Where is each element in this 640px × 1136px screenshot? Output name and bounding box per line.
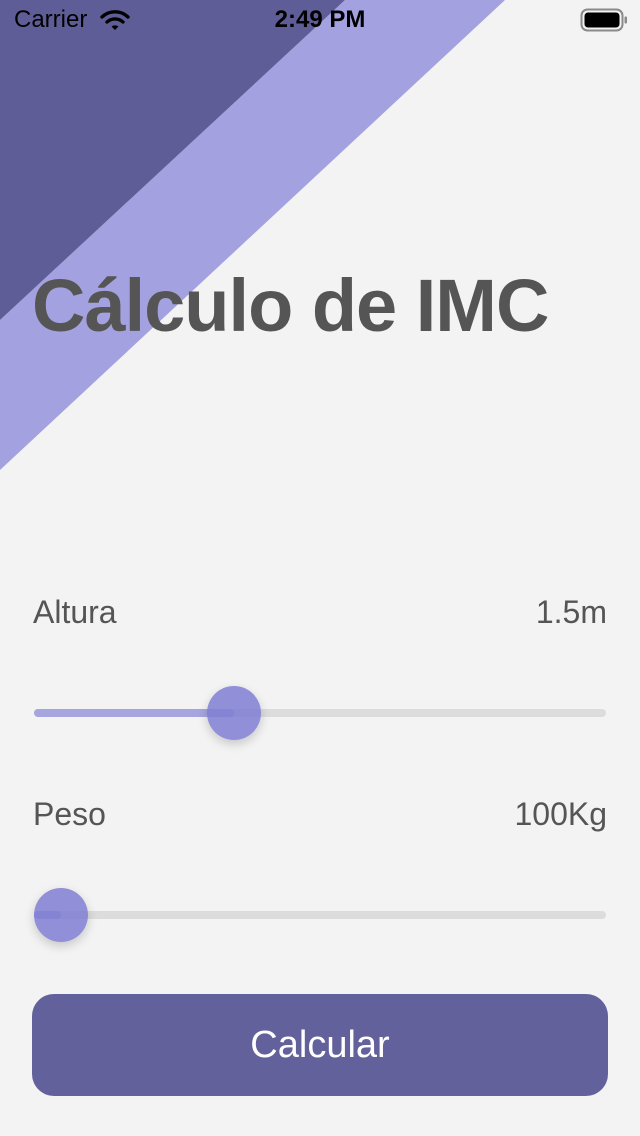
page-title: Cálculo de IMC xyxy=(32,264,549,347)
battery-full-icon xyxy=(580,8,627,32)
status-time: 2:49 PM xyxy=(274,6,366,33)
weight-value: 100Kg xyxy=(514,796,607,832)
height-slider-thumb[interactable] xyxy=(206,686,261,740)
height-slider[interactable] xyxy=(34,685,606,741)
background-decoration xyxy=(0,0,505,470)
status-bar: Carrier 2:49 PM xyxy=(0,0,640,40)
calculate-button[interactable]: Calcular xyxy=(32,994,608,1096)
weight-slider-thumb[interactable] xyxy=(33,888,88,942)
weight-slider-track xyxy=(34,911,606,919)
height-label: Altura xyxy=(33,594,117,630)
height-value: 1.5m xyxy=(535,594,607,630)
weight-slider[interactable] xyxy=(33,887,606,943)
height-slider-fill xyxy=(34,709,234,717)
weight-label: Peso xyxy=(33,796,106,832)
